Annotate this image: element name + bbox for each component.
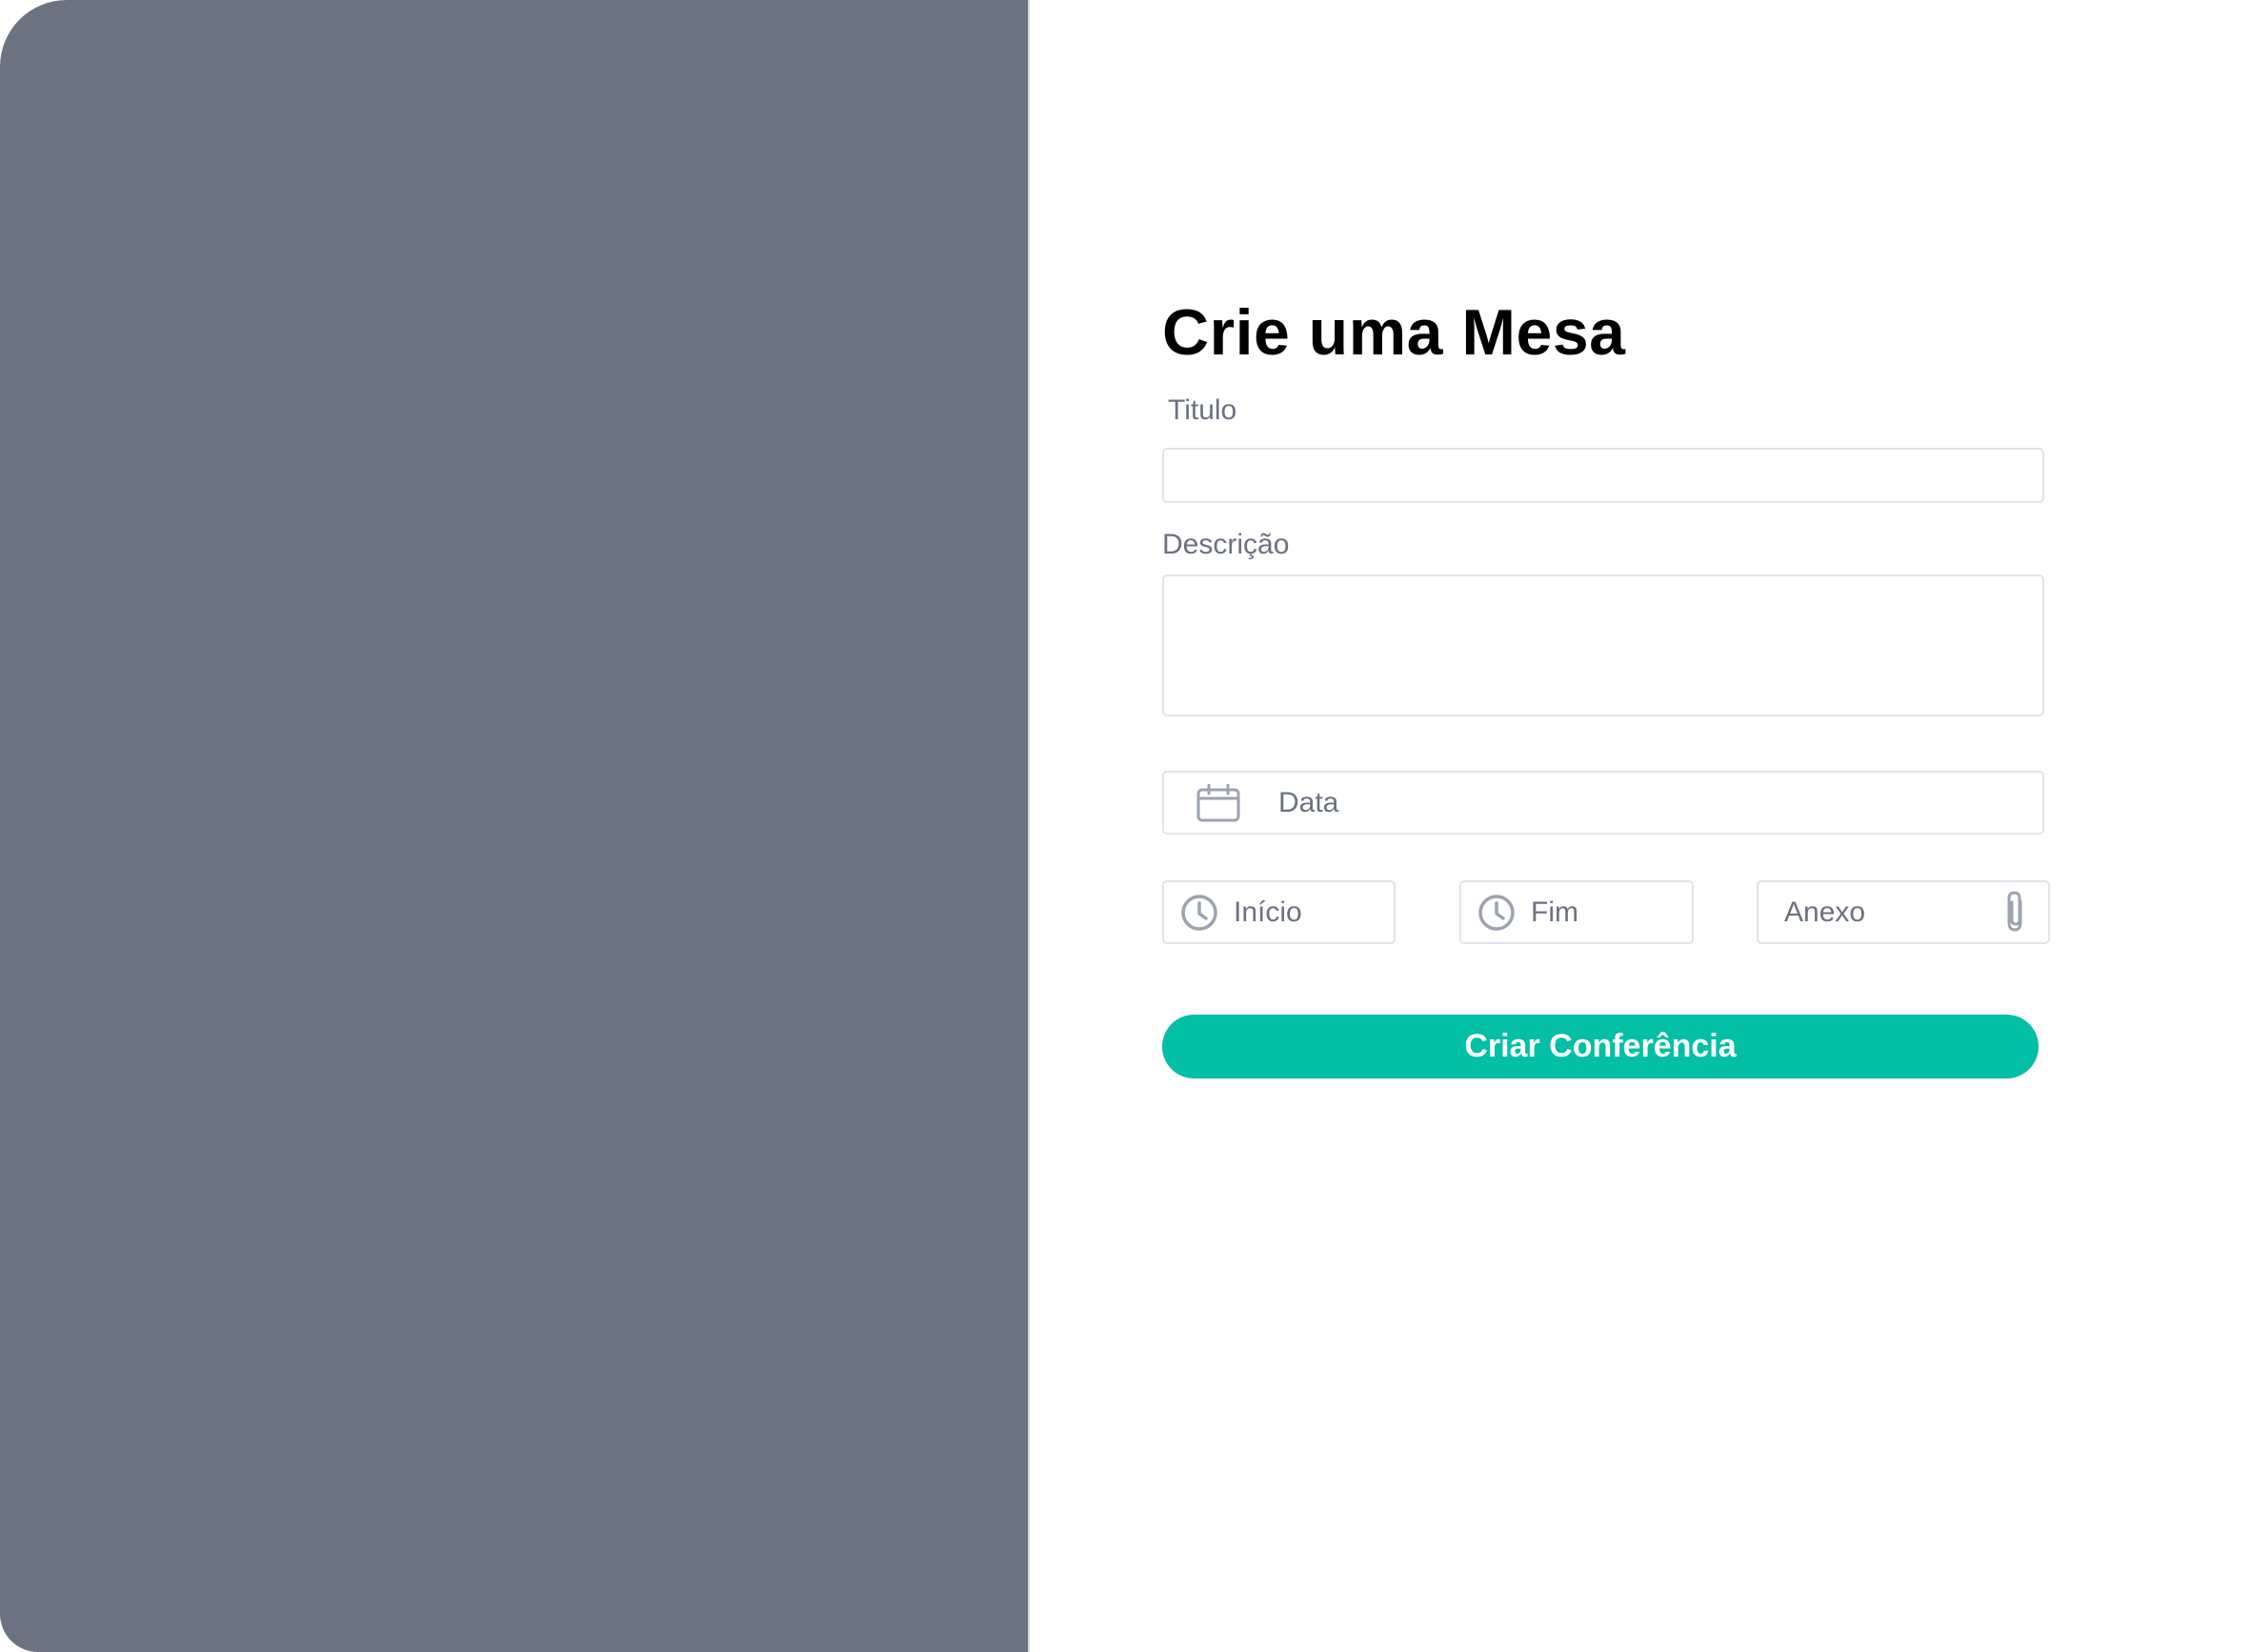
clock-icon (1477, 894, 1516, 937)
calendar-icon (1196, 783, 1240, 827)
titulo-label: Titulo (1168, 394, 1237, 426)
end-time-placeholder: Fim (1531, 897, 1578, 928)
page-title: Crie uma Mesa (1162, 296, 1626, 369)
paperclip-icon[interactable] (2002, 890, 2029, 938)
create-conference-button[interactable]: Criar Conferência (1162, 1015, 2039, 1078)
attachment-placeholder: Anexo (1784, 897, 1866, 928)
date-placeholder: Data (1278, 787, 1339, 818)
end-time-field[interactable]: Fim (1459, 880, 1694, 944)
attachment-field[interactable]: Anexo (1757, 880, 2050, 944)
descricao-textarea[interactable] (1162, 574, 2044, 716)
titulo-input[interactable] (1162, 448, 2044, 503)
date-picker-field[interactable]: Data (1162, 771, 2044, 835)
clock-icon (1180, 894, 1218, 937)
left-panel (0, 0, 1030, 1652)
create-table-form: Crie uma Mesa Titulo Descrição Data Iníc… (1162, 0, 2058, 1652)
create-table-page: Crie uma Mesa Titulo Descrição Data Iníc… (0, 0, 2251, 1652)
start-time-placeholder: Início (1234, 897, 1302, 928)
start-time-field[interactable]: Início (1162, 880, 1396, 944)
descricao-label: Descrição (1162, 529, 1290, 560)
